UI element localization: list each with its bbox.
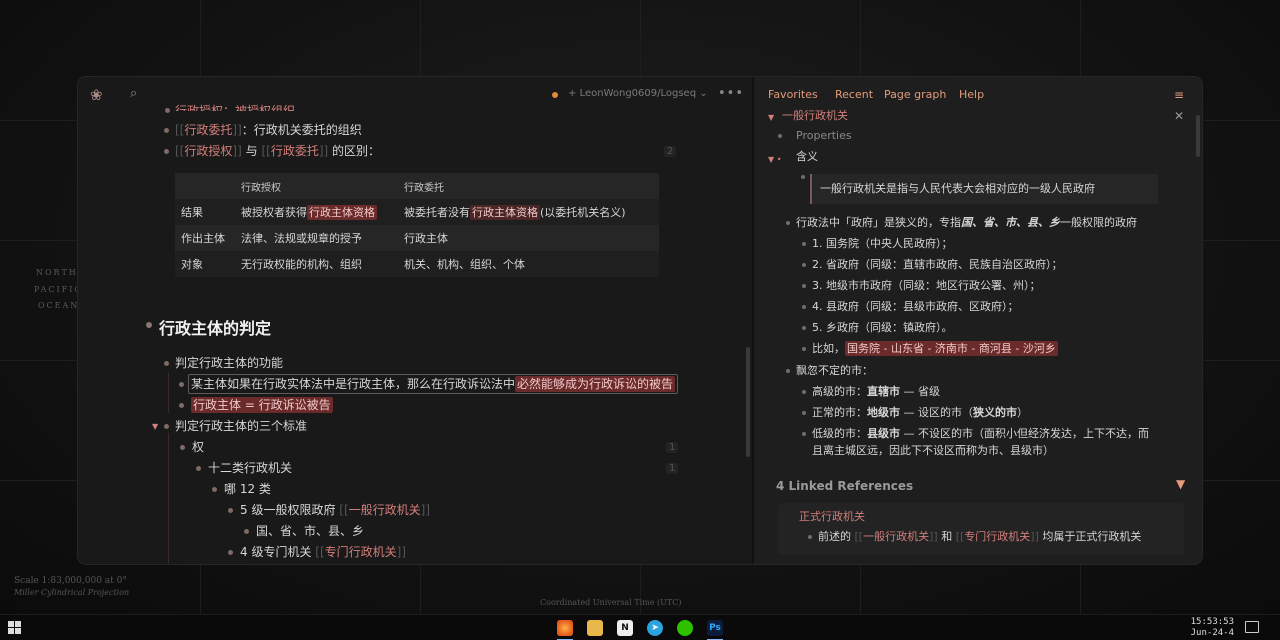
nav-help[interactable]: Help <box>959 88 984 101</box>
linked-reference-block[interactable]: 前述的 [[一般行政机关]] 和 [[专门行政机关]] 均属于正式行政机关 <box>818 527 1141 547</box>
block-bullet[interactable] <box>164 149 169 154</box>
scrollbar[interactable] <box>746 347 750 457</box>
page-ref[interactable]: 专门行政机关 <box>325 545 397 559</box>
notification-icon[interactable] <box>1245 621 1259 633</box>
nav-favorites[interactable]: Favorites <box>768 88 818 101</box>
page-ref[interactable]: 一般行政机关 <box>349 503 421 517</box>
law-definition-block[interactable]: 行政法中「政府」是狭义的，专指国、省、市、县、乡一般权限的政府 <box>796 213 1137 233</box>
sidebar-scrollbar[interactable] <box>1196 115 1200 157</box>
filter-icon[interactable]: ▼ <box>1176 477 1185 491</box>
heading-bullet[interactable] <box>146 322 152 328</box>
block-quan[interactable]: 权 <box>192 437 204 457</box>
map-scale: Scale 1:83,000,000 at 0° <box>14 576 127 586</box>
map-label-pacific: PACIFIC <box>34 285 83 294</box>
block-bullet[interactable] <box>179 403 184 408</box>
linked-page-title[interactable]: 正式行政机关 <box>799 507 865 527</box>
collapse-arrow-icon[interactable]: ▼ • <box>768 155 781 164</box>
page-ref[interactable]: 一般行政机关 <box>863 530 929 543</box>
block-bullet[interactable] <box>228 508 233 513</box>
level-item-5[interactable]: 5. 乡政府（同级：镇政府）。 <box>812 318 953 338</box>
block-five-levels[interactable]: 5 级一般权限政府 [[一般行政机关]] <box>240 500 430 520</box>
photoshop-icon[interactable]: Ps <box>707 620 723 636</box>
child-count-badge[interactable]: 1 <box>666 463 679 474</box>
section-heading[interactable]: 行政主体的判定 <box>159 315 271 339</box>
block-bullet[interactable] <box>164 361 169 366</box>
meaning-block[interactable]: 含义 <box>796 147 818 167</box>
page-ref[interactable]: 行政委托 <box>271 144 319 158</box>
map-utc: Coordinated Universal Time (UTC) <box>540 598 682 607</box>
block-function[interactable]: 判定行政主体的功能 <box>175 353 283 373</box>
properties-block[interactable]: Properties <box>796 126 852 146</box>
editor-content: 行政授权：被授权组织 [[行政委托]]：行政机关委托的组织 [[行政授权]] 与… <box>78 77 752 564</box>
nav-recent[interactable]: Recent <box>835 88 873 101</box>
block-bullet[interactable] <box>164 424 169 429</box>
block-bullet[interactable] <box>244 529 249 534</box>
map-label-north: NORTH <box>36 268 78 277</box>
block-bullet[interactable] <box>196 466 201 471</box>
city-normal[interactable]: 正常的市：地级市 — 设区的市（狭义的市） <box>812 403 1028 423</box>
block-equation[interactable]: 行政主体 = 行政诉讼被告 <box>191 395 333 415</box>
main-editor-pane: 行政授权：被授权组织 [[行政委托]]：行政机关委托的组织 [[行政授权]] 与… <box>78 77 752 564</box>
page-ref[interactable]: 专门行政机关 <box>964 530 1030 543</box>
block-four-special[interactable]: 4 级专门机关 [[专门行政机关]] <box>240 542 406 562</box>
collapse-arrow-icon[interactable]: ▼ <box>152 422 158 431</box>
block-bullet[interactable] <box>228 550 233 555</box>
graph-selector[interactable]: + LeonWong0609/Logseq ⌄ <box>568 88 708 99</box>
more-menu-icon[interactable]: ••• <box>718 86 744 101</box>
windows-start-icon[interactable] <box>8 621 22 635</box>
city-low-continued[interactable]: 且离主城区远，因此下不设区而称为市、县级市） <box>812 441 1054 461</box>
child-count-badge[interactable]: 1 <box>666 442 679 453</box>
block-levels-list[interactable]: 国、省、市、县、乡 <box>256 521 364 541</box>
firefox-icon[interactable] <box>557 620 573 636</box>
sidebar-menu-icon[interactable]: ≡ <box>1174 88 1184 102</box>
page-ref[interactable]: 行政委托 <box>184 123 232 137</box>
collapse-arrow-icon[interactable]: ▼ <box>768 113 774 122</box>
map-projection: Miller Cylindrical Projection <box>14 588 130 597</box>
block-editing-text[interactable]: 某主体如果在行政实体法中是行政主体，那么在行政诉讼法中 必然能够成为行政诉讼的被告 <box>191 374 676 394</box>
file-explorer-icon[interactable] <box>587 620 603 636</box>
level-item-3[interactable]: 3. 地级市市政府（同级：地区行政公署、州）； <box>812 276 1041 296</box>
right-sidebar: Favorites Recent Page graph Help ≡ ✕ ▼ 一… <box>754 77 1202 564</box>
search-icon[interactable]: ⌕ <box>130 86 137 101</box>
level-item-4[interactable]: 4. 县政府（同级：县级市政府、区政府）； <box>812 297 1019 317</box>
block-three-criteria[interactable]: 判定行政主体的三个标准 <box>175 416 307 436</box>
city-title-block[interactable]: 飘忽不定的市： <box>796 361 873 381</box>
sync-status-icon[interactable] <box>552 92 558 98</box>
map-label-ocean: OCEAN <box>38 301 80 310</box>
comparison-table: 行政授权 行政委托 结果 被授权者获得 行政主体资格 被委托者没有 行政主体资格 (以… <box>175 173 659 277</box>
city-high[interactable]: 高级的市：直辖市 — 省级 <box>812 382 940 402</box>
top-bar: ❀ ⌕ + LeonWong0609/Logseq ⌄ ••• <box>78 77 752 113</box>
block-bullet[interactable] <box>212 487 217 492</box>
child-count-badge[interactable]: 2 <box>664 146 677 157</box>
level-item-1[interactable]: 1. 国务院（中央人民政府）； <box>812 234 953 254</box>
block-bullet[interactable] <box>179 382 184 387</box>
example-block[interactable]: 比如， 国务院 - 山东省 - 济南市 - 商河县 - 沙河乡 <box>812 339 1058 359</box>
taskbar: N ➤ Ps 15:53:53 Jun-24-4 <box>0 614 1280 640</box>
close-icon[interactable]: ✕ <box>1174 109 1184 123</box>
block-difference[interactable]: [[行政授权]] 与 [[行政委托]] 的区别： <box>175 141 380 161</box>
logseq-window: 行政授权：被授权组织 [[行政委托]]：行政机关委托的组织 [[行政授权]] 与… <box>78 77 1202 564</box>
level-item-2[interactable]: 2. 省政府（同级：直辖市政府、民族自治区政府）； <box>812 255 1063 275</box>
telegram-icon[interactable]: ➤ <box>647 620 663 636</box>
block-twelve-types[interactable]: 十二类行政机关 <box>208 458 292 478</box>
sidebar-page-title[interactable]: 一般行政机关 <box>782 106 848 126</box>
system-clock[interactable]: 15:53:53 Jun-24-4 <box>1186 617 1234 639</box>
linked-references-title[interactable]: 4 Linked References <box>776 479 913 493</box>
block-bullet[interactable] <box>164 128 169 133</box>
logseq-logo-icon[interactable]: ❀ <box>90 86 106 104</box>
wechat-icon[interactable] <box>677 620 693 636</box>
notion-icon[interactable]: N <box>617 620 633 636</box>
definition-text[interactable]: 一般行政机关是指与人民代表大会相对应的一级人民政府 <box>820 179 1095 199</box>
nav-page-graph[interactable]: Page graph <box>884 88 946 101</box>
page-ref[interactable]: 行政授权 <box>184 144 232 158</box>
block-which-12[interactable]: 哪 12 类 <box>224 479 271 499</box>
block-xingzheng-weituo[interactable]: [[行政委托]]：行政机关委托的组织 <box>175 120 362 140</box>
block-bullet[interactable] <box>180 445 185 450</box>
